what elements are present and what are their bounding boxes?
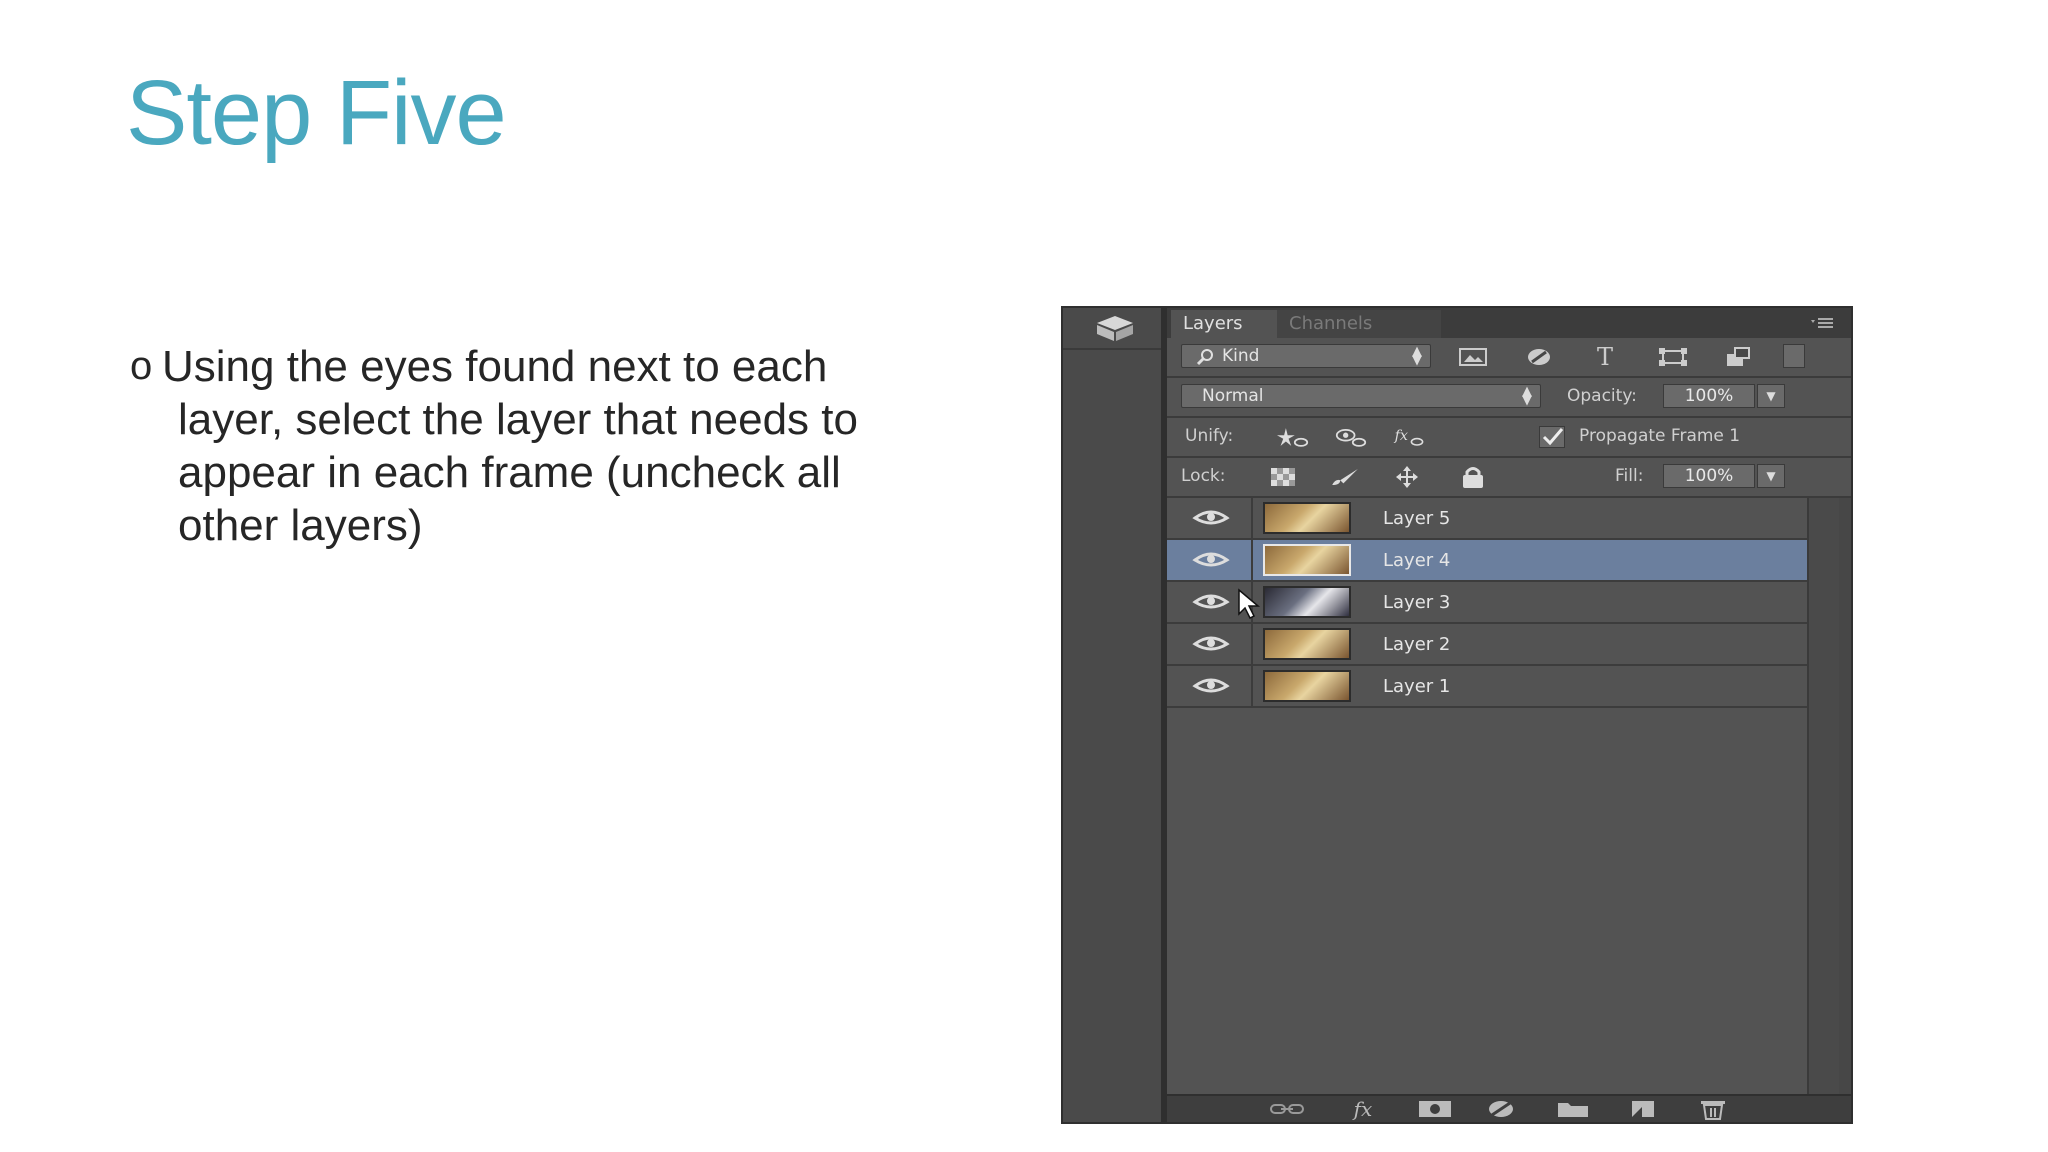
rail-divider: [1063, 348, 1161, 350]
mask-icon[interactable]: [1417, 1099, 1453, 1119]
panel-menu-icon[interactable]: [1809, 314, 1835, 332]
search-icon: [1196, 349, 1213, 366]
lock-all-icon[interactable]: [1457, 462, 1489, 492]
layer-row[interactable]: Layer 3: [1167, 582, 1807, 624]
layer-name: Layer 3: [1383, 592, 1451, 613]
eye-column-divider: [1251, 540, 1253, 580]
propagate-frame-label: Propagate Frame 1: [1579, 426, 1741, 446]
pixel-layer-filter-icon[interactable]: [1457, 342, 1489, 372]
eye-icon[interactable]: [1191, 632, 1231, 656]
filter-kind-label: Kind: [1222, 346, 1260, 366]
adjustment-icon[interactable]: [1483, 1099, 1519, 1119]
unify-position-icon[interactable]: [1277, 422, 1309, 452]
filter-kind-dropdown[interactable]: Kind ▲ ▼: [1181, 344, 1431, 368]
trash-icon[interactable]: [1695, 1099, 1731, 1120]
lock-move-icon[interactable]: [1391, 462, 1423, 492]
panel-tab-bar: Layers Channels: [1167, 308, 1851, 338]
eye-icon[interactable]: [1191, 590, 1231, 614]
opacity-dropdown-button[interactable]: ▼: [1757, 384, 1785, 408]
layer-row[interactable]: Layer 5: [1167, 498, 1807, 540]
mouse-cursor-icon: [1238, 588, 1261, 620]
fill-dropdown-button[interactable]: ▼: [1757, 464, 1785, 488]
adjustment-filter-icon[interactable]: [1523, 342, 1555, 372]
layer-thumbnail: [1263, 544, 1351, 576]
layer-thumbnail: [1263, 628, 1351, 660]
fill-input[interactable]: 100%: [1663, 464, 1755, 488]
layers-bottom-toolbar: fx: [1167, 1094, 1851, 1122]
layer-thumbnail: [1263, 586, 1351, 618]
unify-visibility-icon[interactable]: [1335, 422, 1367, 452]
unify-row: Unify: fx Propagate Frame 1: [1167, 418, 1851, 458]
layer-thumbnail: [1263, 502, 1351, 534]
layers-scrollbar[interactable]: [1807, 498, 1839, 1098]
layer-name: Layer 1: [1383, 676, 1451, 697]
fill-label: Fill:: [1615, 466, 1644, 486]
smart-object-filter-icon[interactable]: [1723, 342, 1755, 372]
link-icon[interactable]: [1269, 1099, 1305, 1119]
eye-icon[interactable]: [1191, 506, 1231, 530]
svg-text:fx: fx: [1394, 428, 1408, 444]
layer-row[interactable]: Layer 1: [1167, 666, 1807, 708]
folder-icon[interactable]: [1555, 1099, 1591, 1119]
unify-label: Unify:: [1185, 426, 1234, 446]
tab-channels[interactable]: Channels: [1277, 310, 1441, 338]
filter-toggle-switch[interactable]: [1783, 344, 1805, 368]
slide-title: Step Five: [126, 62, 507, 164]
layer-row[interactable]: Layer 2: [1167, 624, 1807, 666]
lock-brush-icon[interactable]: [1329, 462, 1361, 492]
updown-arrow-icon: ▲ ▼: [1412, 344, 1422, 368]
layer-name: Layer 4: [1383, 550, 1451, 571]
fx-icon[interactable]: fx: [1345, 1097, 1381, 1121]
unify-style-icon[interactable]: fx: [1393, 422, 1425, 452]
opacity-input[interactable]: 100%: [1663, 384, 1755, 408]
layer-name: Layer 2: [1383, 634, 1451, 655]
lock-row: Lock: Fill: 100% ▼: [1167, 458, 1851, 498]
bullet-mark: o: [130, 344, 153, 388]
new-layer-icon[interactable]: [1625, 1099, 1661, 1119]
type-filter-icon[interactable]: T: [1589, 342, 1621, 372]
panel-icon-rail: [1063, 308, 1167, 1122]
blend-mode-label: Normal: [1202, 386, 1264, 406]
eye-column-divider: [1251, 498, 1253, 538]
lock-transparency-icon[interactable]: [1267, 462, 1299, 492]
propagate-checkbox[interactable]: [1539, 426, 1565, 448]
eye-icon[interactable]: [1191, 548, 1231, 572]
bullet-item: o Using the eyes found next to each laye…: [130, 340, 890, 552]
shape-filter-icon[interactable]: [1657, 342, 1689, 372]
opacity-label: Opacity:: [1567, 386, 1637, 406]
layer-thumbnail: [1263, 670, 1351, 702]
layers-list: Layer 5 Layer 4 Layer 3 Layer 2 Layer 1: [1167, 498, 1807, 1098]
checkmark-icon: [1542, 428, 1564, 446]
filter-row: Kind ▲ ▼ T: [1167, 338, 1851, 378]
updown-arrow-icon: ▲ ▼: [1522, 384, 1532, 408]
eye-column-divider: [1251, 666, 1253, 706]
layer-row-selected[interactable]: Layer 4: [1167, 540, 1807, 582]
eye-column-divider: [1251, 624, 1253, 664]
eye-icon[interactable]: [1191, 674, 1231, 698]
bullet-text: Using the eyes found next to each layer,…: [162, 342, 858, 550]
layer-name: Layer 5: [1383, 508, 1451, 529]
lock-label: Lock:: [1181, 466, 1226, 486]
3d-cube-icon[interactable]: [1085, 310, 1145, 346]
layers-panel-screenshot: Layers Channels Kind ▲ ▼ T Normal ▲ ▼ Op…: [1061, 306, 1853, 1124]
blend-row: Normal ▲ ▼ Opacity: 100% ▼: [1167, 378, 1851, 418]
layers-panel: Layers Channels Kind ▲ ▼ T Normal ▲ ▼ Op…: [1167, 308, 1851, 1122]
blend-mode-dropdown[interactable]: Normal ▲ ▼: [1181, 384, 1541, 408]
